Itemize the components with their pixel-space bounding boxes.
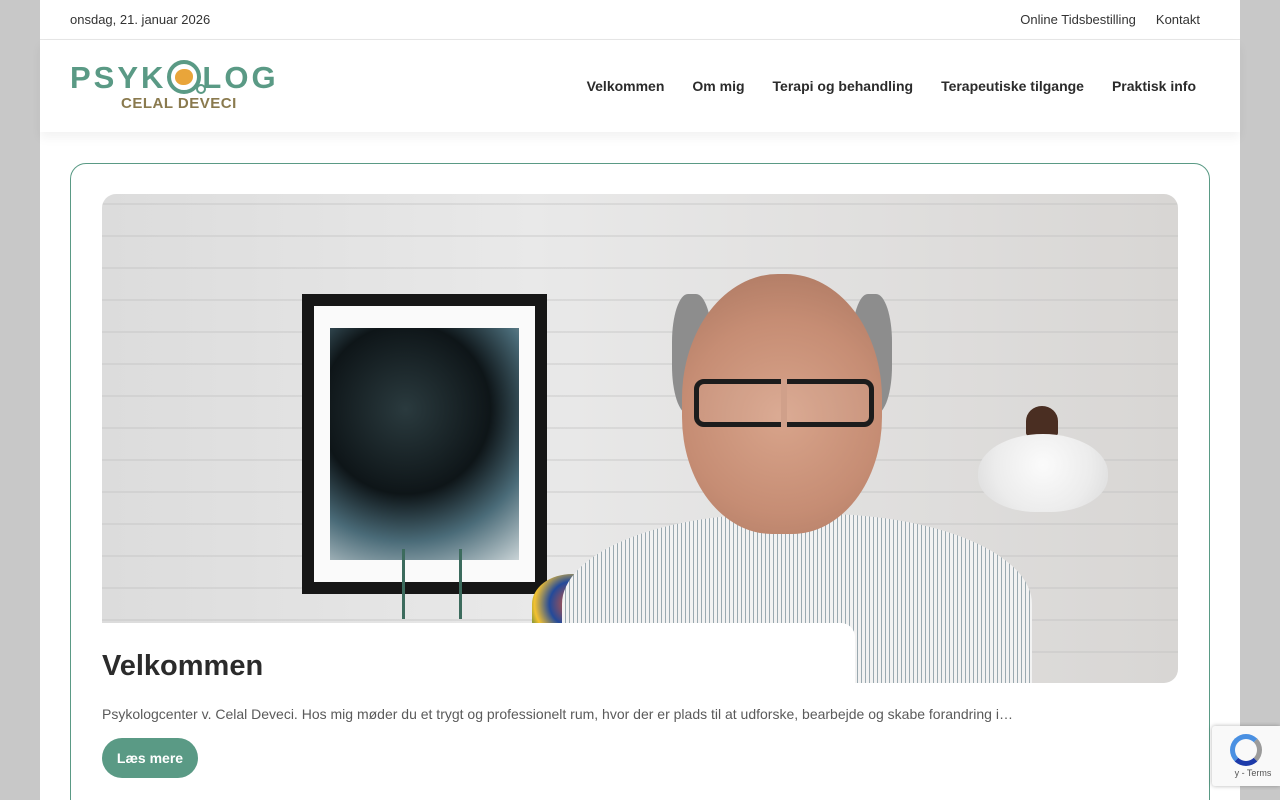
recaptcha-terms[interactable]: y - Terms [1235,768,1272,778]
brain-icon [167,60,207,94]
post-excerpt: Psykologcenter v. Celal Deveci. Hos mig … [102,706,1013,722]
read-more-button[interactable]: Læs mere [102,738,198,778]
deer-figurine [402,549,462,619]
current-date: onsdag, 21. januar 2026 [70,12,211,27]
post-card: Velkommen Psykologcenter v. Celal Deveci… [70,163,1210,800]
nav-item-om-mig[interactable]: Om mig [692,78,744,94]
nav-item-velkommen[interactable]: Velkommen [587,78,665,94]
portrait-person [552,234,1052,683]
site-header: PSYK LOG CELAL DEVECI Velkommen Om mig T… [40,40,1240,132]
post-title[interactable]: Velkommen [102,650,263,683]
online-booking-link[interactable]: Online Tidsbestilling [1020,12,1136,27]
top-links: Online Tidsbestilling Kontakt [1020,12,1200,27]
logo-wordmark: PSYK LOG [70,60,279,94]
page: onsdag, 21. januar 2026 Online Tidsbesti… [40,0,1240,800]
site-logo[interactable]: PSYK LOG CELAL DEVECI [70,60,276,112]
nav-item-tilgange[interactable]: Terapeutiske tilgange [941,78,1084,94]
top-bar: onsdag, 21. januar 2026 Online Tidsbesti… [40,0,1240,40]
featured-image[interactable] [102,194,1178,683]
contact-link[interactable]: Kontakt [1156,12,1200,27]
logo-subtitle: CELAL DEVECI [121,95,237,112]
nav-item-terapi[interactable]: Terapi og behandling [773,78,914,94]
nav-item-praktisk-info[interactable]: Praktisk info [1112,78,1196,94]
logo-text-right: LOG [202,59,279,95]
logo-text-left: PSYK [70,59,167,95]
recaptcha-icon [1230,734,1262,766]
recaptcha-badge[interactable]: y - Terms [1212,726,1280,786]
main-nav: Velkommen Om mig Terapi og behandling Te… [587,78,1196,94]
